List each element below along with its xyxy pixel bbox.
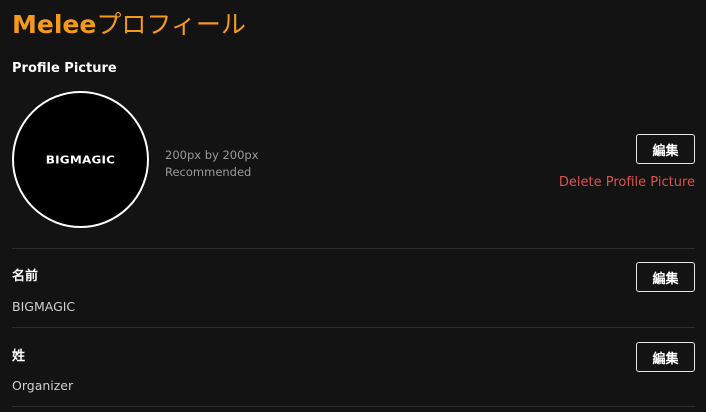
- divider: [12, 327, 695, 328]
- page-title-suffix: プロフィール: [96, 10, 246, 39]
- recommended-hint: Recommended: [165, 165, 252, 179]
- page-title-brand: Melee: [12, 10, 97, 39]
- last-name-value: Organizer: [12, 378, 74, 393]
- first-name-label: 名前: [12, 269, 39, 284]
- avatar: BIGMAGIC: [12, 91, 149, 228]
- size-hint: 200px by 200px: [165, 148, 259, 162]
- first-name-value: BIGMAGIC: [12, 299, 76, 314]
- divider: [12, 248, 695, 249]
- edit-profile-picture-button[interactable]: 編集: [636, 134, 695, 164]
- avatar-logo-text: BIGMAGIC: [45, 153, 116, 166]
- last-name-label: 姓: [12, 349, 26, 364]
- edit-last-name-button[interactable]: 編集: [636, 342, 695, 372]
- edit-first-name-button[interactable]: 編集: [636, 262, 695, 292]
- delete-profile-picture-link[interactable]: Delete Profile Picture: [559, 175, 695, 190]
- profile-picture-label: Profile Picture: [12, 61, 117, 76]
- page-title: Meleeプロフィール: [12, 8, 246, 42]
- divider: [12, 406, 695, 407]
